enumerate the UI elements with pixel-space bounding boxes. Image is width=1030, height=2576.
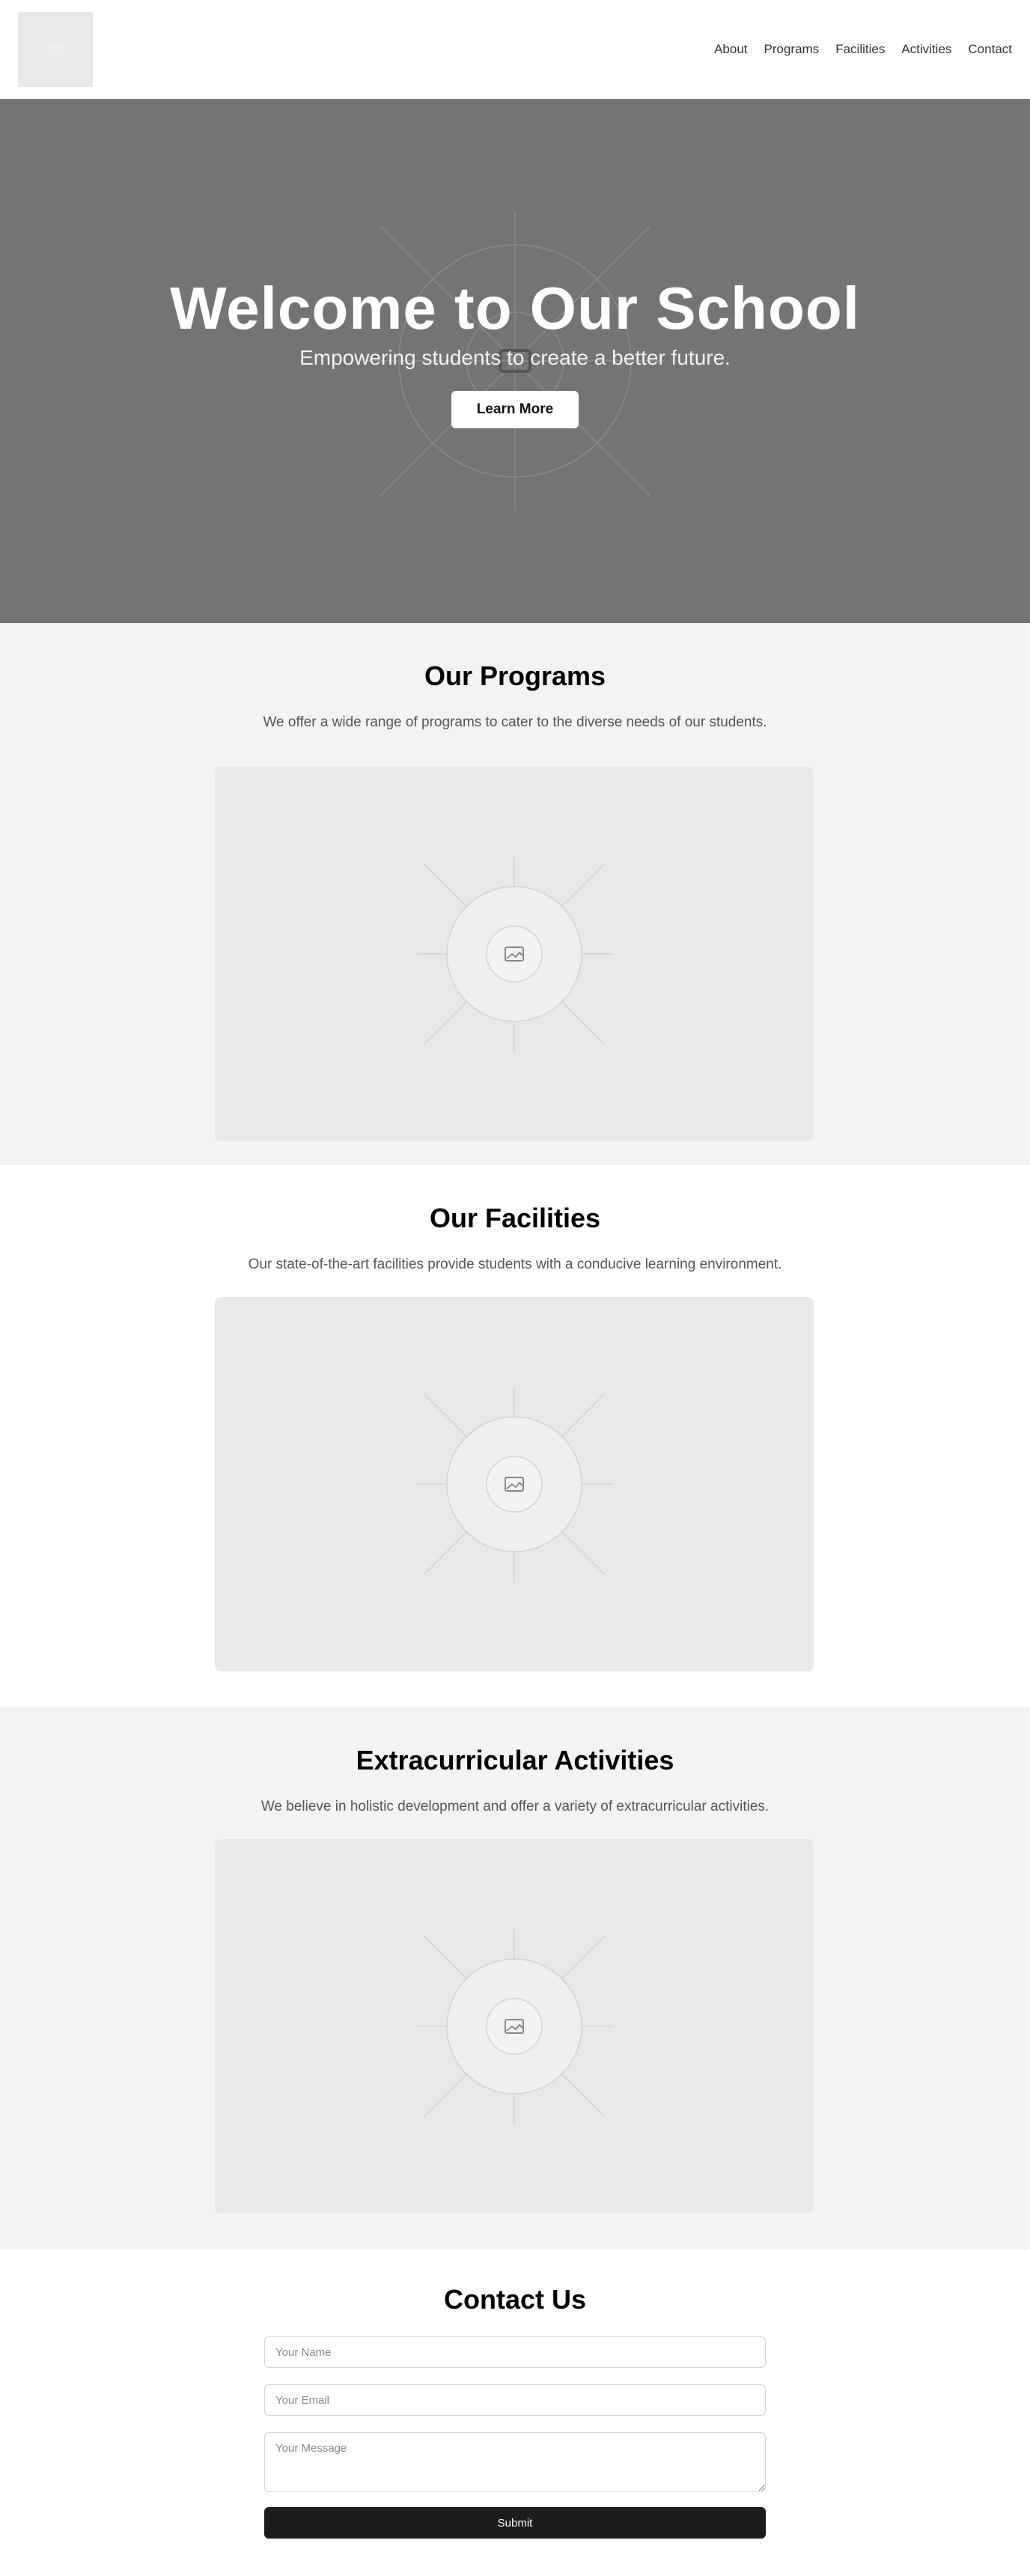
learn-more-button[interactable]: Learn More	[451, 391, 579, 428]
main-nav: About Programs Facilities Activities Con…	[714, 42, 1012, 57]
programs-image	[215, 767, 814, 1141]
facilities-title: Our Facilities	[429, 1203, 601, 1233]
nav-item-facilities[interactable]: Facilities	[835, 42, 885, 57]
hero-section: Welcome to Our School Empowering student…	[0, 99, 1030, 623]
activities-section: Extracurricular Activities We believe in…	[0, 1707, 1030, 2250]
programs-text: We offer a wide range of programs to cat…	[263, 714, 767, 730]
name-field[interactable]	[264, 2336, 766, 2368]
image-placeholder-icon	[417, 1929, 612, 2124]
facilities-section: Our Facilities Our state-of-the-art faci…	[0, 1165, 1030, 1707]
contact-title: Contact Us	[443, 2284, 587, 2315]
image-placeholder-icon	[417, 857, 612, 1051]
nav-item-activities[interactable]: Activities	[901, 42, 951, 57]
submit-button[interactable]: Submit	[264, 2507, 766, 2539]
image-placeholder-icon	[48, 42, 63, 57]
contact-section: Contact Us Submit	[0, 2250, 1030, 2576]
activities-image	[215, 1839, 814, 2214]
nav-item-programs[interactable]: Programs	[764, 42, 820, 57]
image-placeholder-icon	[417, 1387, 612, 1582]
facilities-text: Our state-of-the-art facilities provide …	[248, 1257, 782, 1272]
programs-title: Our Programs	[424, 660, 606, 691]
email-field[interactable]	[264, 2384, 766, 2416]
message-field[interactable]	[264, 2432, 766, 2492]
logo[interactable]	[18, 12, 93, 87]
activities-text: We believe in holistic development and o…	[260, 1799, 770, 1814]
activities-title: Extracurricular Activities	[356, 1745, 674, 1775]
hero-subtitle: Empowering students to create a better f…	[299, 346, 731, 369]
programs-section: Our Programs We offer a wide range of pr…	[0, 623, 1030, 1165]
nav-item-about[interactable]: About	[714, 42, 747, 57]
facilities-image	[215, 1297, 814, 1671]
site-header: About Programs Facilities Activities Con…	[0, 0, 1030, 99]
nav-item-contact[interactable]: Contact	[968, 42, 1012, 57]
hero-content: Welcome to Our School Empowering student…	[0, 279, 1030, 428]
hero-title: Welcome to Our School	[170, 275, 860, 341]
